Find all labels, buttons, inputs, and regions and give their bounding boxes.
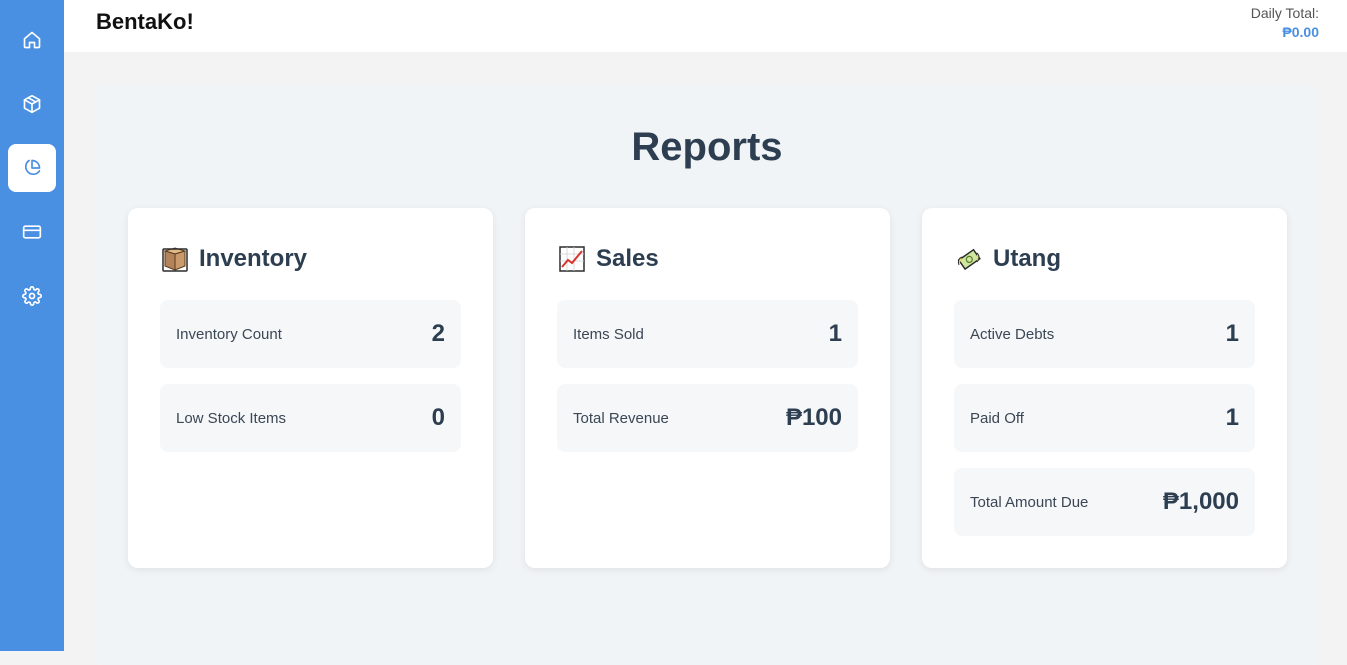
box-icon — [23, 94, 41, 114]
stat-label: Items Sold — [573, 326, 644, 343]
stat-value: 1 — [1225, 320, 1239, 347]
daily-total-value: ₱0.00 — [1282, 24, 1319, 40]
money-wings-icon — [954, 244, 984, 274]
home-icon — [23, 31, 41, 49]
stat-value: ₱1,000 — [1162, 488, 1239, 515]
inventory-card: Inventory Inventory Count 2 Low Stock It… — [128, 208, 493, 568]
stat-low-stock: Low Stock Items 0 — [160, 384, 461, 452]
stat-label: Inventory Count — [176, 326, 282, 343]
app-brand: BentaKo! — [96, 9, 194, 34]
card-header: Sales — [557, 244, 659, 274]
stat-value: ₱100 — [785, 404, 842, 431]
sales-card: Sales Items Sold 1 Total Revenue ₱100 — [525, 208, 890, 568]
stat-value: 1 — [1225, 404, 1239, 431]
stat-label: Active Debts — [970, 326, 1055, 343]
stat-items-sold: Items Sold 1 — [557, 300, 858, 368]
sidebar-item-reports[interactable] — [8, 144, 56, 192]
stat-label: Low Stock Items — [176, 410, 287, 427]
credit-card-icon — [22, 225, 42, 239]
card-title: Inventory — [199, 245, 308, 272]
stat-total-revenue: Total Revenue ₱100 — [557, 384, 858, 452]
sidebar-item-inventory[interactable] — [8, 80, 56, 128]
stat-value: 0 — [431, 404, 445, 431]
stat-value: 1 — [828, 320, 842, 347]
daily-total: Daily Total: ₱0.00 — [1251, 5, 1319, 41]
stat-value: 2 — [431, 320, 445, 347]
gear-icon — [22, 286, 42, 306]
sidebar-item-payments[interactable] — [8, 208, 56, 256]
card-title: Utang — [993, 245, 1061, 272]
sidebar — [0, 0, 64, 651]
package-icon — [160, 244, 190, 274]
card-header: Utang — [954, 244, 1061, 274]
daily-total-label: Daily Total: — [1250, 5, 1319, 21]
stat-label: Total Revenue — [573, 410, 669, 427]
stat-label: Paid Off — [970, 410, 1024, 427]
chart-increasing-icon — [557, 244, 587, 274]
page-title: Reports — [631, 125, 783, 169]
reports-panel: Reports Inventory Inventory Count 2 Low … — [96, 85, 1318, 665]
top-header: BentaKo! Daily Total: ₱0.00 — [64, 0, 1347, 52]
stat-active-debts: Active Debts 1 — [954, 300, 1255, 368]
stat-paid-off: Paid Off 1 — [954, 384, 1255, 452]
pie-chart-icon — [24, 159, 41, 176]
sidebar-item-home[interactable] — [8, 16, 56, 64]
sidebar-item-settings[interactable] — [8, 272, 56, 320]
stat-total-amount-due: Total Amount Due ₱1,000 — [954, 468, 1255, 536]
card-title: Sales — [596, 245, 659, 272]
stat-inventory-count: Inventory Count 2 — [160, 300, 461, 368]
card-header: Inventory — [160, 244, 307, 274]
stat-label: Total Amount Due — [970, 494, 1089, 511]
utang-card: Utang Active Debts 1 Paid Off 1 Total Am… — [922, 208, 1287, 568]
